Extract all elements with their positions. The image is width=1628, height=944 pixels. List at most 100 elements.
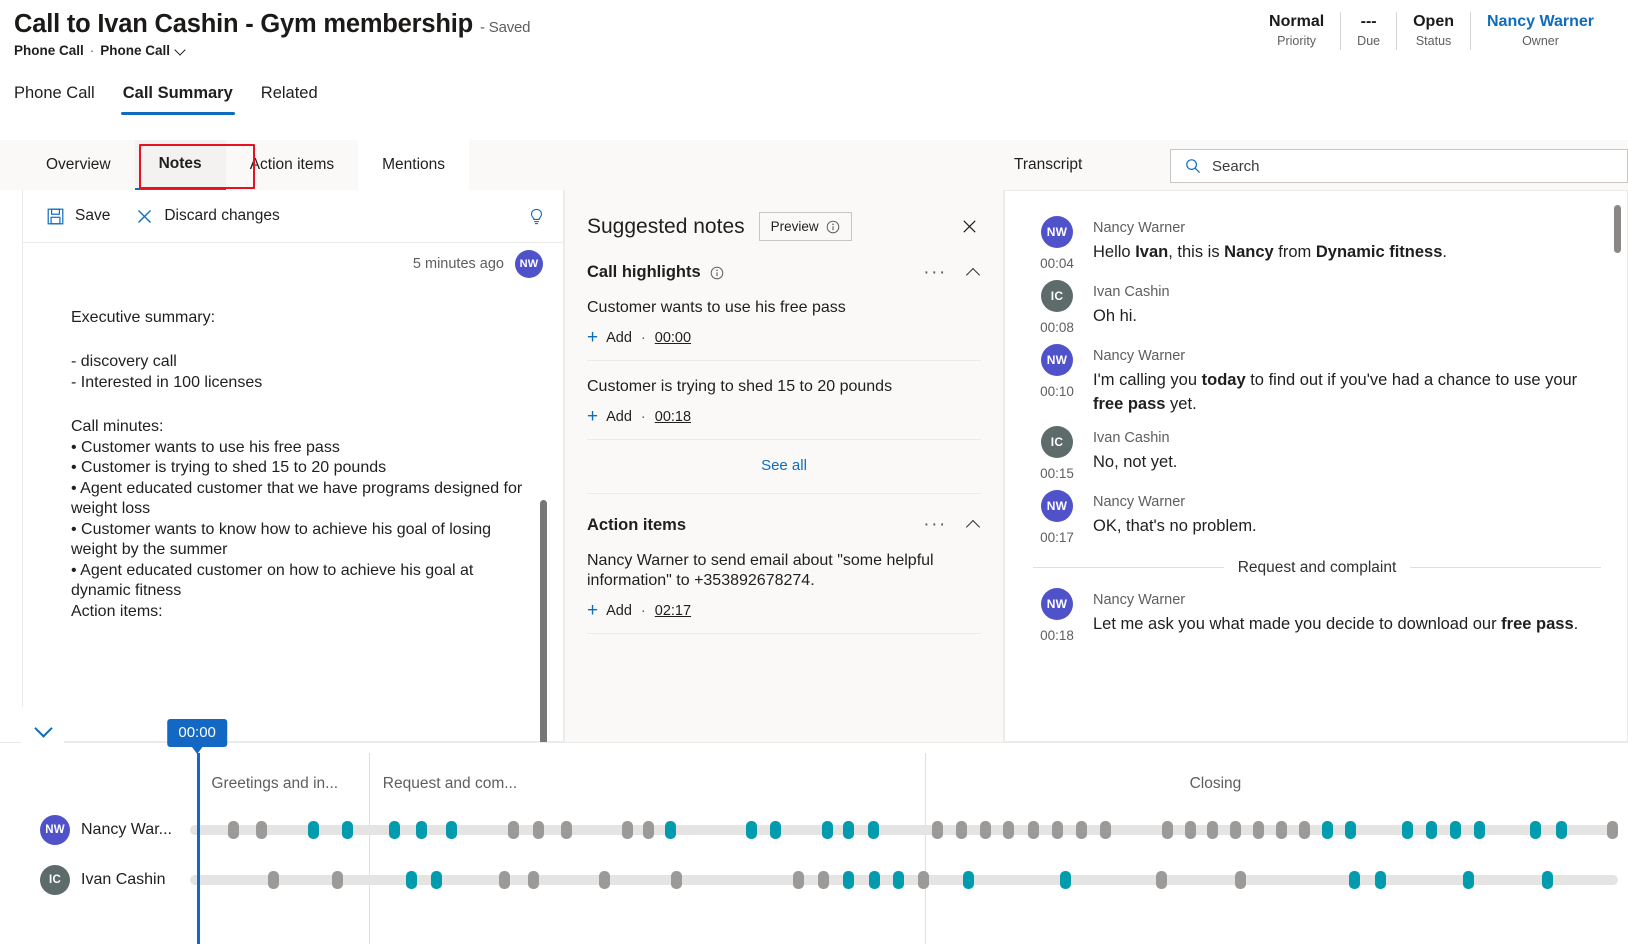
- see-all-link[interactable]: See all: [565, 440, 1003, 493]
- timeline-utterance-marker[interactable]: [1321, 821, 1333, 839]
- more-options-icon[interactable]: ···: [923, 263, 947, 282]
- tab-phone-call[interactable]: Phone Call: [14, 80, 109, 115]
- timeline-utterance-marker[interactable]: [446, 821, 458, 839]
- timeline-utterance-marker[interactable]: [1555, 821, 1567, 839]
- subtab-action-items[interactable]: Action items: [226, 140, 358, 190]
- timeline-utterance-marker[interactable]: [1060, 871, 1072, 889]
- close-suggested-notes-button[interactable]: [957, 215, 981, 239]
- timeline-utterance-marker[interactable]: [817, 871, 829, 889]
- timeline-utterance-marker[interactable]: [416, 821, 428, 839]
- timestamp-link[interactable]: 02:17: [655, 603, 691, 619]
- lightbulb-icon[interactable]: [523, 203, 549, 229]
- timeline-utterance-marker[interactable]: [1374, 871, 1386, 889]
- timeline-utterance-marker[interactable]: [956, 821, 968, 839]
- timeline-utterance-marker[interactable]: [389, 821, 401, 839]
- chevron-up-icon[interactable]: [967, 266, 981, 280]
- collapse-timeline-button[interactable]: [22, 707, 64, 751]
- timeline-utterance-marker[interactable]: [1230, 821, 1242, 839]
- transcript-timestamp[interactable]: 00:10: [1040, 384, 1074, 399]
- timeline-utterance-marker[interactable]: [1161, 821, 1173, 839]
- subtab-overview[interactable]: Overview: [22, 140, 135, 190]
- timeline-utterance-marker[interactable]: [599, 871, 611, 889]
- timeline-utterance-marker[interactable]: [1156, 871, 1168, 889]
- timeline-utterance-marker[interactable]: [1027, 821, 1039, 839]
- subtab-notes[interactable]: Notes: [134, 140, 226, 190]
- transcript-list[interactable]: NW 00:04 Nancy Warner Hello Ivan, this is N…: [1005, 191, 1627, 741]
- timeline-utterance-marker[interactable]: [1076, 821, 1088, 839]
- timeline-utterance-marker[interactable]: [527, 871, 539, 889]
- add-note-button[interactable]: + Add: [587, 601, 632, 620]
- timestamp-link[interactable]: 00:18: [655, 409, 691, 425]
- more-options-icon[interactable]: ···: [923, 515, 947, 534]
- timeline-utterance-marker[interactable]: [869, 871, 880, 889]
- timeline-utterance-marker[interactable]: [267, 871, 279, 889]
- transcript-row[interactable]: IC 00:15 Ivan Cashin No, not yet.: [1027, 417, 1601, 481]
- timeline-utterance-marker[interactable]: [507, 821, 519, 839]
- add-note-button[interactable]: + Add: [587, 328, 632, 347]
- timeline-utterance-marker[interactable]: [980, 821, 992, 839]
- timeline-utterance-marker[interactable]: [746, 821, 758, 839]
- timeline-utterance-marker[interactable]: [227, 821, 239, 839]
- transcript-timestamp[interactable]: 00:08: [1040, 320, 1074, 335]
- add-note-button[interactable]: + Add: [587, 407, 632, 426]
- notes-content[interactable]: Executive summary: - discovery call - In…: [23, 290, 563, 741]
- timeline-utterance-marker[interactable]: [1100, 821, 1112, 839]
- transcript-timestamp[interactable]: 00:15: [1040, 466, 1074, 481]
- timeline-utterance-marker[interactable]: [533, 821, 545, 839]
- search-input[interactable]: Search: [1170, 149, 1628, 183]
- timeline-utterance-marker[interactable]: [793, 871, 805, 889]
- transcript-row[interactable]: NW 00:18 Nancy Warner Let me ask you what m…: [1027, 579, 1601, 643]
- timeline-utterance-marker[interactable]: [1234, 871, 1246, 889]
- timeline-utterance-marker[interactable]: [1425, 821, 1437, 839]
- stat-owner-value[interactable]: Nancy Warner: [1487, 12, 1594, 32]
- timeline-utterance-marker[interactable]: [406, 871, 418, 889]
- info-icon[interactable]: [710, 266, 724, 280]
- timeline-lane[interactable]: [190, 821, 1619, 839]
- timeline-utterance-marker[interactable]: [770, 821, 782, 839]
- timeline-utterance-marker[interactable]: [1207, 821, 1219, 839]
- transcript-row[interactable]: NW 00:10 Nancy Warner I'm calling you today…: [1027, 335, 1601, 417]
- timeline-utterance-marker[interactable]: [1530, 821, 1542, 839]
- timeline-utterance-marker[interactable]: [1541, 871, 1553, 889]
- timeline-utterance-marker[interactable]: [1474, 821, 1486, 839]
- timeline-utterance-marker[interactable]: [499, 871, 511, 889]
- transcript-scrollbar-thumb[interactable]: [1614, 205, 1621, 253]
- timeline-utterance-marker[interactable]: [560, 821, 572, 839]
- subtab-mentions[interactable]: Mentions: [358, 140, 470, 190]
- timeline-utterance-marker[interactable]: [342, 821, 354, 839]
- timeline-utterance-marker[interactable]: [430, 871, 442, 889]
- timeline-utterance-marker[interactable]: [664, 821, 676, 839]
- timeline-utterance-marker[interactable]: [843, 871, 855, 889]
- timeline-utterance-marker[interactable]: [643, 821, 655, 839]
- timeline-utterance-marker[interactable]: [1275, 821, 1287, 839]
- timeline-utterance-marker[interactable]: [1184, 821, 1196, 839]
- timeline-track-area[interactable]: Greetings and in... Request and com... Clo…: [167, 719, 1619, 944]
- timeline-utterance-marker[interactable]: [1607, 821, 1619, 839]
- timeline-utterance-marker[interactable]: [621, 821, 633, 839]
- timeline-utterance-marker[interactable]: [1401, 821, 1413, 839]
- timeline-utterance-marker[interactable]: [1051, 821, 1063, 839]
- timeline-utterance-marker[interactable]: [256, 821, 268, 839]
- timeline-lane[interactable]: [190, 871, 1618, 889]
- timeline-utterance-marker[interactable]: [332, 871, 344, 889]
- discard-changes-button[interactable]: Discard changes: [126, 201, 289, 231]
- transcript-row[interactable]: NW 00:17 Nancy Warner OK, that's no problem…: [1027, 481, 1601, 545]
- timeline-utterance-marker[interactable]: [1003, 821, 1015, 839]
- timeline-utterance-marker[interactable]: [1298, 821, 1310, 839]
- timeline-utterance-marker[interactable]: [1348, 871, 1360, 889]
- transcript-scrollbar[interactable]: [1614, 205, 1621, 735]
- timeline-playhead[interactable]: [197, 753, 200, 944]
- timeline-utterance-marker[interactable]: [917, 871, 929, 889]
- transcript-timestamp[interactable]: 00:04: [1040, 256, 1074, 271]
- save-button[interactable]: Save: [37, 201, 120, 231]
- timeline-utterance-marker[interactable]: [843, 821, 855, 839]
- transcript-timestamp[interactable]: 00:17: [1040, 530, 1074, 545]
- transcript-row[interactable]: IC 00:08 Ivan Cashin Oh hi.: [1027, 271, 1601, 335]
- transcript-row[interactable]: NW 00:04 Nancy Warner Hello Ivan, this is N…: [1027, 207, 1601, 271]
- timeline-utterance-marker[interactable]: [307, 821, 319, 839]
- timeline-utterance-marker[interactable]: [931, 821, 943, 839]
- tab-call-summary[interactable]: Call Summary: [109, 80, 247, 115]
- timeline-utterance-marker[interactable]: [1450, 821, 1462, 839]
- timeline-utterance-marker[interactable]: [963, 871, 975, 889]
- tab-related[interactable]: Related: [247, 80, 332, 115]
